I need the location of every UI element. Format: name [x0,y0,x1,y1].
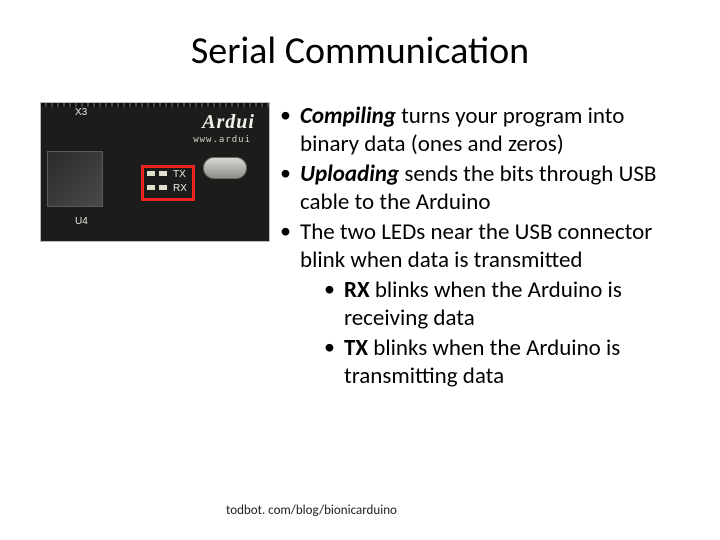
bullet-list: Compiling turns your program into binary… [278,102,680,390]
arduino-pcb-image: X3 Ardui www.ardui U4 TX RX [40,102,270,242]
slide-title: Serial Communication [40,28,680,74]
bullet-item: The two LEDs near the USB connector blin… [278,218,680,390]
text-column: Compiling turns your program into binary… [278,102,680,392]
chip-icon [47,151,103,207]
sub-bullet-item: RX blinks when the Arduino is receiving … [300,276,680,332]
term-uploading: Uploading [300,160,399,188]
crystal-icon [203,157,247,179]
slide: Serial Communication X3 Ardui www.ardui … [0,0,720,540]
silkscreen-u4: U4 [75,216,88,227]
silkscreen-url: www.ardui [193,135,251,145]
highlight-box [141,165,195,201]
footer-credit: todbot. com/blog/bionicarduino [226,503,397,518]
silkscreen-x3: X3 [75,107,87,118]
sub-bullet-list: RX blinks when the Arduino is receiving … [300,276,680,390]
bullet-item: Uploading sends the bits through USB cab… [278,160,680,216]
sub-bullet-item: TX blinks when the Arduino is transmitti… [300,334,680,390]
bullet-text: blinks when the Arduino is receiving dat… [344,276,622,332]
term-tx: TX [344,334,368,362]
image-column: X3 Ardui www.ardui U4 TX RX [40,102,270,392]
body-row: X3 Ardui www.ardui U4 TX RX Compiling tu… [40,102,680,392]
bullet-text: The two LEDs near the USB connector blin… [300,218,652,274]
term-compiling: Compiling [300,102,396,130]
bullet-text: blinks when the Arduino is transmitting … [344,334,620,390]
term-rx: RX [344,276,370,304]
bullet-item: Compiling turns your program into binary… [278,102,680,158]
silkscreen-brand: Ardui [202,111,255,134]
